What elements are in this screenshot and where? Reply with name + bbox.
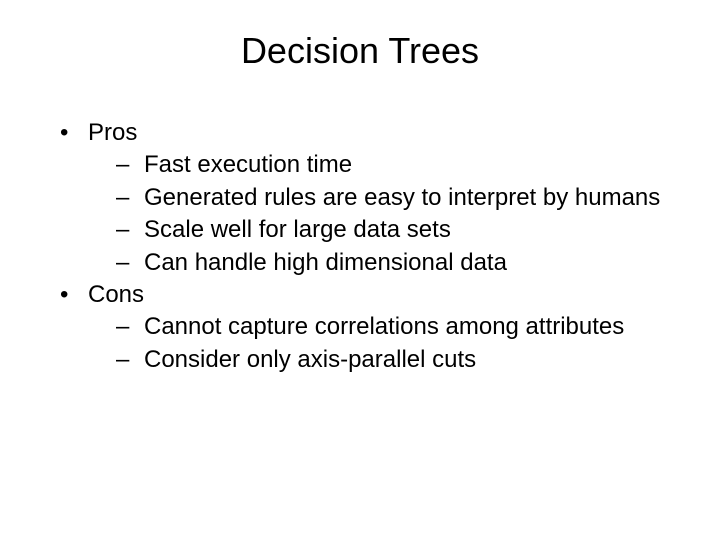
cons-section: Cons Cannot capture correlations among a… (60, 279, 680, 376)
pros-list: Fast execution time Generated rules are … (88, 149, 680, 279)
top-level-list: Pros Fast execution time Generated rules… (40, 117, 680, 376)
pros-label: Pros (88, 119, 137, 146)
list-item: Generated rules are easy to interpret by… (116, 182, 680, 214)
list-item: Can handle high dimensional data (116, 247, 680, 279)
cons-list: Cannot capture correlations among attrib… (88, 311, 680, 376)
cons-label: Cons (88, 281, 144, 308)
list-item: Consider only axis-parallel cuts (116, 344, 680, 376)
slide-title: Decision Trees (40, 30, 680, 72)
list-item: Cannot capture correlations among attrib… (116, 311, 680, 343)
list-item: Fast execution time (116, 149, 680, 181)
slide-content: Pros Fast execution time Generated rules… (40, 117, 680, 376)
list-item: Scale well for large data sets (116, 214, 680, 246)
pros-section: Pros Fast execution time Generated rules… (60, 117, 680, 279)
